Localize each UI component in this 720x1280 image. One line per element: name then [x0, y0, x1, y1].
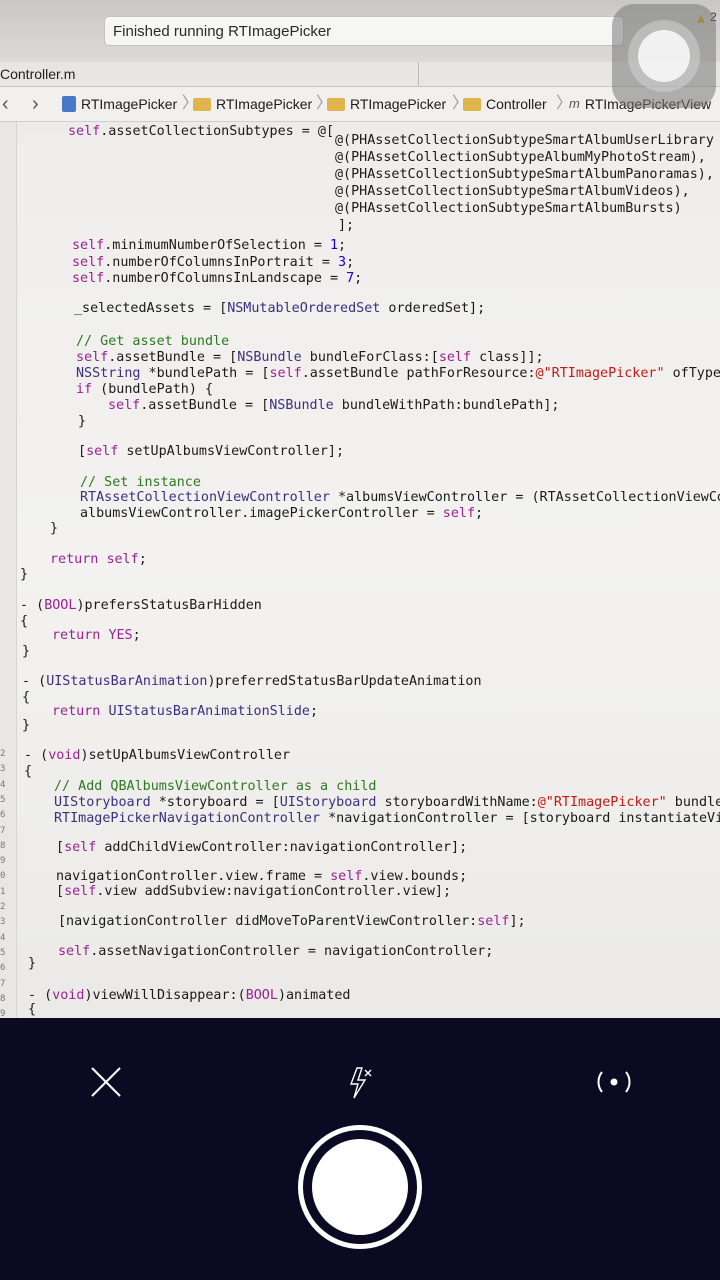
code-line: } — [20, 567, 29, 582]
line-number: 6 — [0, 963, 6, 974]
line-number: 1 — [0, 886, 6, 897]
code-line: } — [78, 414, 87, 429]
code-line: self.minimumNumberOfSelection = 1; — [72, 238, 347, 253]
code-line: navigationController.view.frame = self.v… — [56, 869, 468, 884]
code-line: @(PHAssetCollectionSubtypeSmartAlbumBurs… — [335, 201, 682, 216]
line-number: 7 — [0, 978, 6, 989]
code-line: self.assetCollectionSubtypes = @[ — [68, 124, 335, 139]
breadcrumb-folder: Controller — [463, 87, 547, 121]
code-line: @(PHAssetCollectionSubtypeSmartAlbumUser… — [335, 133, 714, 148]
breadcrumb-label: RTImagePicker — [350, 96, 447, 112]
assistive-touch-button[interactable] — [612, 4, 716, 108]
activity-status: Finished running RTImagePicker — [104, 16, 624, 46]
line-number: 9 — [0, 856, 6, 867]
code-line: { — [22, 690, 31, 705]
line-number: 3 — [0, 917, 6, 928]
code-line: if (bundlePath) { — [76, 382, 214, 397]
code-line: self.numberOfColumnsInPortrait = 3; — [72, 255, 355, 270]
code-line: self.numberOfColumnsInLandscape = 7; — [72, 271, 363, 286]
breadcrumb-label: RTImagePicker — [81, 96, 178, 112]
breadcrumb-label: RTImagePicker — [216, 96, 313, 112]
back-arrow-icon: ‹ — [2, 93, 9, 115]
code-line: self.assetNavigationController = navigat… — [58, 944, 494, 959]
code-line: RTImagePickerNavigationController *navig… — [54, 811, 720, 826]
code-line: ]; — [338, 218, 355, 233]
breadcrumb-folder: RTImagePicker — [327, 87, 446, 121]
code-line: @(PHAssetCollectionSubtypeSmartAlbumPano… — [335, 167, 714, 182]
breadcrumb-project: RTImagePicker — [62, 87, 177, 121]
folder-icon — [463, 97, 481, 111]
code-line: [self.view addSubview:navigationControll… — [56, 884, 452, 899]
code-line: NSString *bundlePath = [self.assetBundle… — [76, 366, 720, 381]
flash-off-icon — [349, 1067, 372, 1099]
flash-toggle-button[interactable] — [338, 1058, 382, 1106]
line-number: 6 — [0, 810, 6, 821]
code-line: - (UIStatusBarAnimation)preferredStatusB… — [22, 674, 482, 689]
objc-file-icon: m — [569, 96, 580, 111]
line-number: 8 — [0, 993, 6, 1004]
line-number: 4 — [0, 779, 6, 790]
code-line: self.assetBundle = [NSBundle bundleWithP… — [108, 398, 560, 413]
code-line: } — [28, 956, 37, 971]
code-line: // Set instance — [80, 475, 201, 490]
camera-flip-icon — [597, 1071, 631, 1093]
code-line: @(PHAssetCollectionSubtypeSmartAlbumVide… — [335, 184, 690, 199]
shutter-inner — [312, 1139, 408, 1235]
breadcrumb-folder: RTImagePicker — [193, 87, 312, 121]
code-line: } — [22, 644, 31, 659]
line-number: 2 — [0, 749, 6, 759]
line-number: 2 — [0, 902, 6, 912]
code-line: return YES; — [52, 628, 141, 643]
close-icon — [91, 1067, 121, 1097]
code-line: // Add QBAlbumsViewController as a child — [54, 779, 377, 794]
code-line: albumsViewController.imagePickerControll… — [80, 506, 484, 521]
code-line: } — [22, 718, 31, 733]
line-number-gutter: 2 3 4 5 6 7 8 9 0 1 2 3 4 5 6 7 8 9 — [0, 122, 17, 1018]
line-number: 9 — [0, 1009, 6, 1018]
code-line: UIStoryboard *storyboard = [UIStoryboard… — [54, 795, 720, 810]
camera-viewfinder: Finished running RTImagePicker ▲ 2 Contr… — [0, 0, 720, 1018]
code-line: [navigationController didMoveToParentVie… — [58, 914, 526, 929]
line-number: 0 — [0, 871, 6, 882]
line-number: 5 — [0, 947, 6, 958]
folder-icon — [193, 97, 211, 111]
line-number: 7 — [0, 825, 6, 836]
code-line: { — [28, 1002, 37, 1017]
assistive-touch-dot — [638, 30, 690, 82]
breadcrumb-label: Controller — [486, 96, 547, 112]
code-editor: 2 3 4 5 6 7 8 9 0 1 2 3 4 5 6 7 8 9 self.assetCollectionS… — [0, 122, 720, 1018]
code-line: - (BOOL)prefersStatusBarHidden — [20, 598, 262, 613]
code-line: // Get asset bundle — [76, 334, 230, 349]
code-line: } — [50, 521, 59, 536]
code-line: return self; — [50, 552, 147, 567]
close-button[interactable] — [84, 1058, 128, 1106]
code-line: { — [20, 614, 29, 629]
file-tab: Controller.m — [0, 62, 419, 86]
code-line: [self addChildViewController:navigationC… — [56, 840, 468, 855]
shutter-button[interactable] — [298, 1125, 422, 1249]
status-message: Finished running RTImagePicker — [113, 23, 332, 40]
project-icon — [62, 96, 76, 112]
code-line: _selectedAssets = [NSMutableOrderedSet o… — [74, 301, 486, 316]
code-line: RTAssetCollectionViewController *albumsV… — [80, 490, 720, 505]
code-line: - (void)setUpAlbumsViewController — [24, 748, 291, 763]
camera-flip-button[interactable] — [592, 1058, 636, 1106]
line-number: 8 — [0, 840, 6, 851]
folder-icon — [327, 97, 345, 111]
code-line: [self setUpAlbumsViewController]; — [78, 444, 345, 459]
line-number: 4 — [0, 932, 6, 943]
line-number: 3 — [0, 764, 6, 775]
line-number: 5 — [0, 794, 6, 805]
code-line: @(PHAssetCollectionSubtypeAlbumMyPhotoSt… — [335, 150, 706, 165]
file-tab-label: Controller.m — [0, 66, 76, 82]
code-line: return UIStatusBarAnimationSlide; — [52, 704, 319, 719]
code-line: self.assetBundle = [NSBundle bundleForCl… — [76, 350, 544, 365]
code-line: { — [24, 764, 33, 779]
forward-arrow-icon: › — [32, 93, 39, 115]
code-line: - (void)viewWillDisappear:(BOOL)animated — [28, 988, 351, 1003]
